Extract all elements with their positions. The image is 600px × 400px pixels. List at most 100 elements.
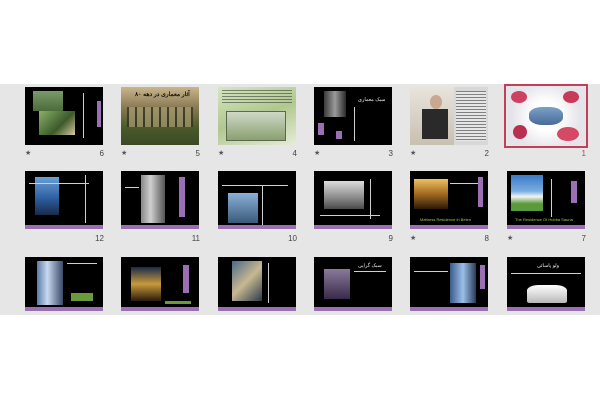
slide-photo bbox=[141, 175, 165, 223]
accent-bar bbox=[314, 307, 392, 311]
accent-bar bbox=[97, 101, 101, 127]
slide-photo bbox=[131, 267, 161, 301]
divider-line bbox=[125, 187, 139, 188]
transition-icon[interactable]: ★ bbox=[507, 234, 513, 242]
slide-photo bbox=[511, 175, 543, 211]
flower-decoration bbox=[557, 127, 579, 141]
slide-thumbnail-9[interactable] bbox=[314, 171, 392, 229]
slide-thumbnail-14[interactable] bbox=[410, 257, 488, 311]
slide-number: 5 bbox=[195, 149, 200, 158]
slide-number: 3 bbox=[388, 149, 393, 158]
divider-line bbox=[222, 185, 288, 186]
slide-thumbnail-18[interactable] bbox=[25, 257, 103, 311]
flower-decoration bbox=[563, 91, 579, 103]
slide-text-block bbox=[456, 91, 486, 141]
slide-photo bbox=[127, 107, 193, 127]
divider-line bbox=[85, 175, 86, 223]
accent-bar bbox=[25, 307, 103, 311]
slide-title: سبک گرایی bbox=[358, 263, 382, 269]
accent-bar bbox=[478, 177, 483, 207]
divider-line bbox=[450, 183, 478, 184]
divider-line bbox=[262, 185, 263, 225]
slide-number: 12 bbox=[95, 234, 104, 243]
slide-number: 4 bbox=[292, 149, 297, 158]
slide-photo bbox=[226, 111, 286, 141]
flower-decoration bbox=[513, 125, 527, 139]
slide-thumbnail-16[interactable] bbox=[218, 257, 296, 311]
accent-bar bbox=[480, 265, 485, 289]
accent-bar bbox=[25, 225, 103, 229]
slide-number: 6 bbox=[99, 149, 104, 158]
slide-photo bbox=[37, 261, 63, 305]
divider-line bbox=[354, 271, 386, 272]
slide-thumbnail-5[interactable]: آثار معماری در دهه ۸۰ bbox=[121, 87, 199, 145]
portrait-photo bbox=[430, 95, 442, 109]
slide-photo bbox=[324, 269, 350, 299]
slide-thumbnail-3[interactable]: سبک معماری bbox=[314, 87, 392, 145]
slide-thumbnail-2[interactable] bbox=[410, 87, 488, 145]
slide-number: 7 bbox=[581, 234, 586, 243]
transition-icon[interactable]: ★ bbox=[410, 149, 416, 157]
slide-thumbnail-13[interactable]: ولو پاسائی bbox=[507, 257, 585, 311]
slide-caption: Mattress Residence in Belen bbox=[420, 217, 471, 222]
center-artwork bbox=[529, 107, 563, 125]
slide-text-block bbox=[222, 90, 292, 104]
slide-thumbnail-1[interactable] bbox=[504, 84, 588, 148]
slide-number: 9 bbox=[388, 234, 393, 243]
accent-bar bbox=[507, 225, 585, 229]
slide-title: سبک معماری bbox=[358, 97, 386, 103]
slide-thumbnail-7[interactable]: The Residence Of Hubba Sauna bbox=[507, 171, 585, 229]
slide-thumbnail-15[interactable]: سبک گرایی bbox=[314, 257, 392, 311]
slide-photo bbox=[232, 261, 262, 301]
transition-icon[interactable]: ★ bbox=[410, 234, 416, 242]
slide-photo bbox=[39, 111, 75, 135]
slide-photo bbox=[527, 285, 567, 303]
slide-number: 1 bbox=[581, 149, 586, 158]
divider-line bbox=[320, 215, 380, 216]
slide-title: ولو پاسائی bbox=[537, 263, 560, 269]
accent-bar bbox=[183, 265, 189, 293]
transition-icon[interactable]: ★ bbox=[314, 149, 320, 157]
divider-line bbox=[511, 273, 581, 274]
slide-thumbnail-6[interactable] bbox=[25, 87, 103, 145]
accent-bar bbox=[410, 225, 488, 229]
slide-thumbnail-17[interactable] bbox=[121, 257, 199, 311]
divider-line bbox=[370, 179, 371, 219]
slide-number: 10 bbox=[288, 234, 297, 243]
transition-icon[interactable]: ★ bbox=[25, 149, 31, 157]
slide-thumbnail-12[interactable] bbox=[25, 171, 103, 229]
accent-bar bbox=[507, 307, 585, 311]
slide-photo bbox=[324, 91, 346, 117]
accent-bar bbox=[336, 131, 342, 139]
divider-line bbox=[67, 263, 97, 264]
slide-thumbnail-4[interactable] bbox=[218, 87, 296, 145]
accent-bar bbox=[314, 225, 392, 229]
slide-thumbnail-10[interactable] bbox=[218, 171, 296, 229]
portrait-photo bbox=[422, 109, 448, 139]
divider-line bbox=[268, 263, 269, 303]
slide-number: 8 bbox=[484, 234, 489, 243]
accent-bar bbox=[571, 181, 577, 203]
accent-bar bbox=[121, 225, 199, 229]
transition-icon[interactable]: ★ bbox=[218, 149, 224, 157]
slide-thumbnail-11[interactable] bbox=[121, 171, 199, 229]
slide-thumbnail-8[interactable]: Mattress Residence in Belen bbox=[410, 171, 488, 229]
caption-block bbox=[71, 293, 93, 301]
accent-bar bbox=[121, 307, 199, 311]
accent-bar bbox=[218, 307, 296, 311]
slide-caption: The Residence Of Hubba Sauna bbox=[515, 217, 573, 222]
slide-photo bbox=[324, 181, 364, 209]
divider-line bbox=[29, 183, 89, 184]
accent-bar bbox=[410, 307, 488, 311]
accent-bar bbox=[218, 225, 296, 229]
slide-number: 11 bbox=[191, 234, 200, 243]
slide-photo bbox=[33, 91, 63, 111]
slide-sorter-pane: ★ 6 آثار معماری در دهه ۸۰ ★ 5 ★ 4 سبک مع… bbox=[0, 84, 600, 315]
slide-photo bbox=[450, 263, 476, 303]
slide-photo bbox=[414, 179, 448, 209]
transition-icon[interactable]: ★ bbox=[121, 149, 127, 157]
accent-bar bbox=[318, 123, 324, 135]
divider-line bbox=[83, 93, 84, 138]
divider-line bbox=[551, 179, 552, 217]
flower-decoration bbox=[511, 91, 527, 103]
